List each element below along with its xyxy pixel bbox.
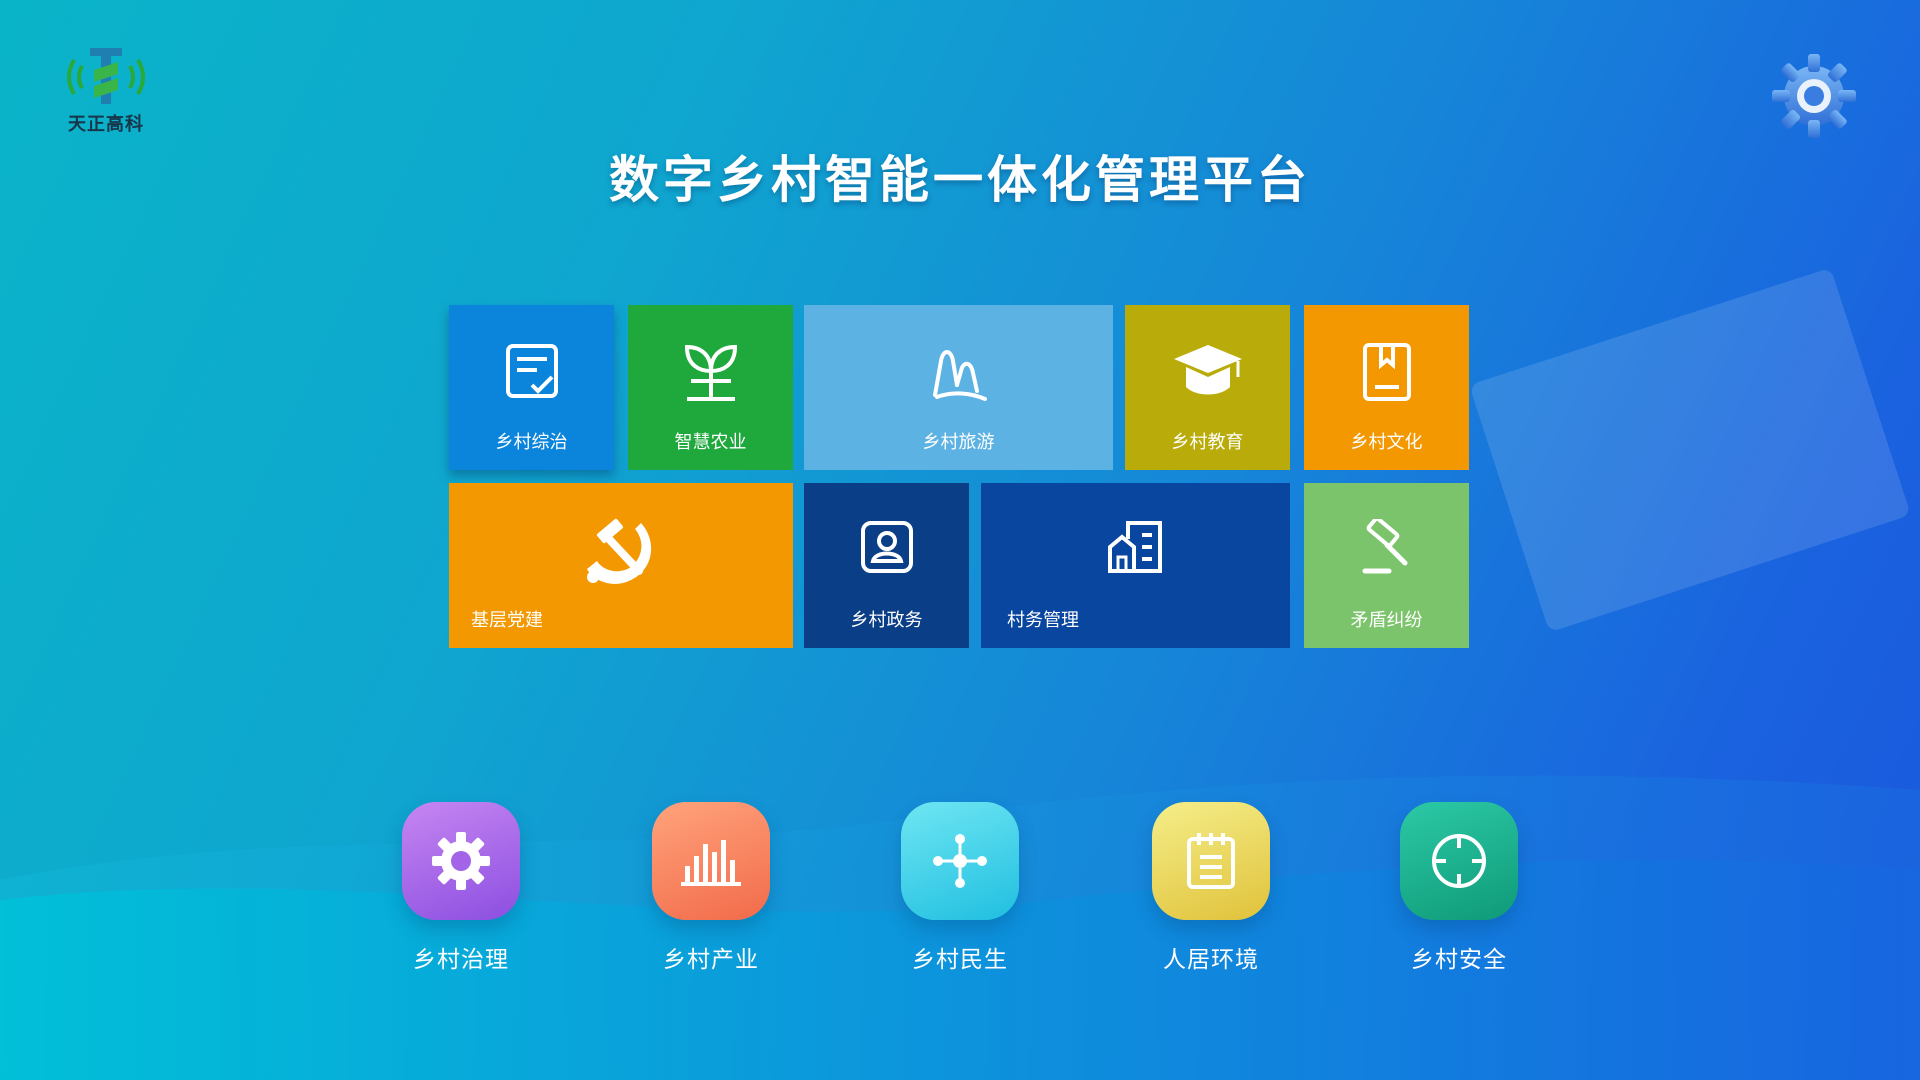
- hammer-sickle-icon: [587, 518, 652, 584]
- gear-icon: [432, 832, 490, 890]
- nav-label: 乡村民生: [912, 947, 1008, 973]
- tile-rural-culture[interactable]: 乡村文化: [1304, 305, 1469, 470]
- tile-label: 乡村旅游: [922, 432, 995, 453]
- nav-label: 乡村产业: [663, 947, 759, 973]
- nav-icon-tile: [652, 802, 770, 920]
- tile-village-management[interactable]: 村务管理: [981, 483, 1290, 648]
- nav-icon-tile: [1152, 802, 1270, 920]
- company-logo: 天正高科: [56, 40, 156, 140]
- nav-label: 乡村安全: [1411, 947, 1507, 973]
- graduation-cap-icon: [1173, 345, 1242, 395]
- nav-rural-governance[interactable]: 乡村治理: [391, 802, 531, 974]
- gear-icon: [1772, 54, 1856, 138]
- nav-icon-tile: [901, 802, 1019, 920]
- book-icon: [1362, 343, 1411, 401]
- settings-button[interactable]: [1768, 50, 1860, 142]
- logo-mark-icon: [67, 48, 145, 104]
- nav-living-environment[interactable]: 人居环境: [1141, 802, 1281, 974]
- person-badge-icon: [860, 521, 913, 573]
- bar-chart-icon: [681, 840, 741, 886]
- tile-party-building[interactable]: 基层党建: [449, 483, 793, 648]
- sprout-icon: [684, 344, 737, 401]
- building-icon: [1107, 521, 1162, 573]
- nav-rural-industry[interactable]: 乡村产业: [641, 802, 781, 974]
- tile-label: 村务管理: [1007, 610, 1079, 631]
- tile-label: 乡村综治: [495, 432, 568, 453]
- notepad-icon: [1187, 833, 1235, 889]
- tile-rural-tourism[interactable]: 乡村旅游: [804, 305, 1113, 470]
- tile-rural-affairs[interactable]: 乡村政务: [804, 483, 969, 648]
- main-screen: 天正高科 数字乡村智能一体化管理平台 乡村综治 智慧农业 乡村旅游 乡村教育 乡…: [0, 0, 1920, 1080]
- tile-smart-agriculture[interactable]: 智慧农业: [628, 305, 793, 470]
- nav-label: 乡村治理: [413, 947, 509, 973]
- nav-rural-livelihood[interactable]: 乡村民生: [890, 802, 1030, 974]
- tile-label: 智慧农业: [674, 432, 747, 453]
- tile-label: 乡村文化: [1350, 432, 1423, 453]
- nav-label: 人居环境: [1163, 947, 1259, 973]
- nav-rural-safety[interactable]: 乡村安全: [1389, 802, 1529, 974]
- mountain-icon: [932, 350, 987, 401]
- target-icon: [1432, 834, 1486, 888]
- document-check-icon: [505, 344, 558, 398]
- tile-rural-governance[interactable]: 乡村综治: [449, 305, 614, 470]
- page-title: 数字乡村智能一体化管理平台: [609, 151, 1311, 209]
- tile-rural-education[interactable]: 乡村教育: [1125, 305, 1290, 470]
- logo-text: 天正高科: [68, 114, 144, 135]
- nav-icon-tile: [1400, 802, 1518, 920]
- tile-label: 矛盾纠纷: [1350, 610, 1423, 631]
- tile-dispute-resolution[interactable]: 矛盾纠纷: [1304, 483, 1469, 648]
- tile-label: 基层党建: [471, 610, 543, 631]
- gavel-icon: [1362, 519, 1407, 574]
- network-icon: [933, 834, 987, 888]
- tile-label: 乡村教育: [1171, 432, 1244, 453]
- tile-label: 乡村政务: [850, 610, 923, 631]
- nav-icon-tile: [402, 802, 520, 920]
